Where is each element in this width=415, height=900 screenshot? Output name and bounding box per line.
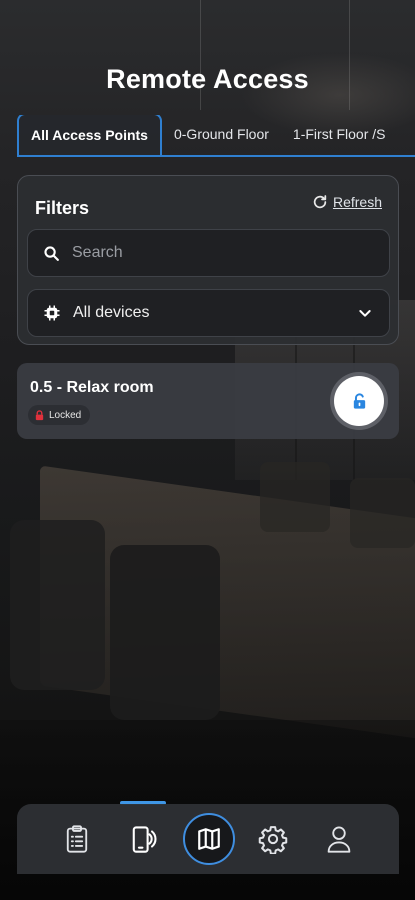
gear-icon bbox=[258, 826, 288, 854]
search-icon bbox=[44, 245, 59, 261]
refresh-button[interactable]: Refresh bbox=[312, 194, 382, 210]
filters-panel: Filters Refresh All devices bbox=[17, 175, 399, 345]
floor-tabs: All Access Points 0-Ground Floor 1-First… bbox=[17, 115, 415, 157]
device-filter-select[interactable]: All devices bbox=[27, 289, 390, 337]
tab-first-floor[interactable]: 1-First Floor /S bbox=[281, 115, 398, 155]
nav-item-remote-access[interactable] bbox=[123, 819, 163, 859]
unlock-button[interactable] bbox=[334, 376, 384, 426]
nav-item-settings[interactable] bbox=[253, 819, 293, 859]
device-filter-value: All devices bbox=[73, 304, 150, 321]
unlock-icon bbox=[353, 392, 365, 409]
status-badge: Locked bbox=[28, 405, 91, 425]
access-point-name: 0.5 - Relax room bbox=[30, 379, 154, 396]
tab-all-access-points[interactable]: All Access Points bbox=[17, 115, 162, 155]
clipboard-list-icon bbox=[66, 825, 88, 853]
access-point-card[interactable]: 0.5 - Relax room Locked bbox=[17, 363, 399, 439]
nav-item-logs[interactable] bbox=[57, 819, 97, 859]
phone-nfc-icon bbox=[132, 826, 157, 853]
refresh-icon bbox=[313, 195, 327, 209]
page-title: Remote Access bbox=[106, 64, 309, 94]
lock-icon bbox=[35, 409, 44, 420]
chip-icon bbox=[44, 305, 60, 321]
status-label: Locked bbox=[49, 409, 82, 421]
map-icon bbox=[198, 828, 220, 850]
tab-ground-floor[interactable]: 0-Ground Floor bbox=[162, 115, 281, 155]
filters-title: Filters bbox=[35, 198, 90, 218]
nav-item-map[interactable] bbox=[183, 813, 235, 865]
search-field[interactable] bbox=[27, 229, 390, 277]
bottom-navigation bbox=[17, 804, 399, 874]
user-icon bbox=[327, 826, 351, 853]
refresh-label: Refresh bbox=[332, 194, 382, 210]
chevron-down-icon bbox=[359, 310, 371, 317]
nav-item-profile[interactable] bbox=[319, 819, 359, 859]
search-input[interactable] bbox=[72, 244, 352, 262]
